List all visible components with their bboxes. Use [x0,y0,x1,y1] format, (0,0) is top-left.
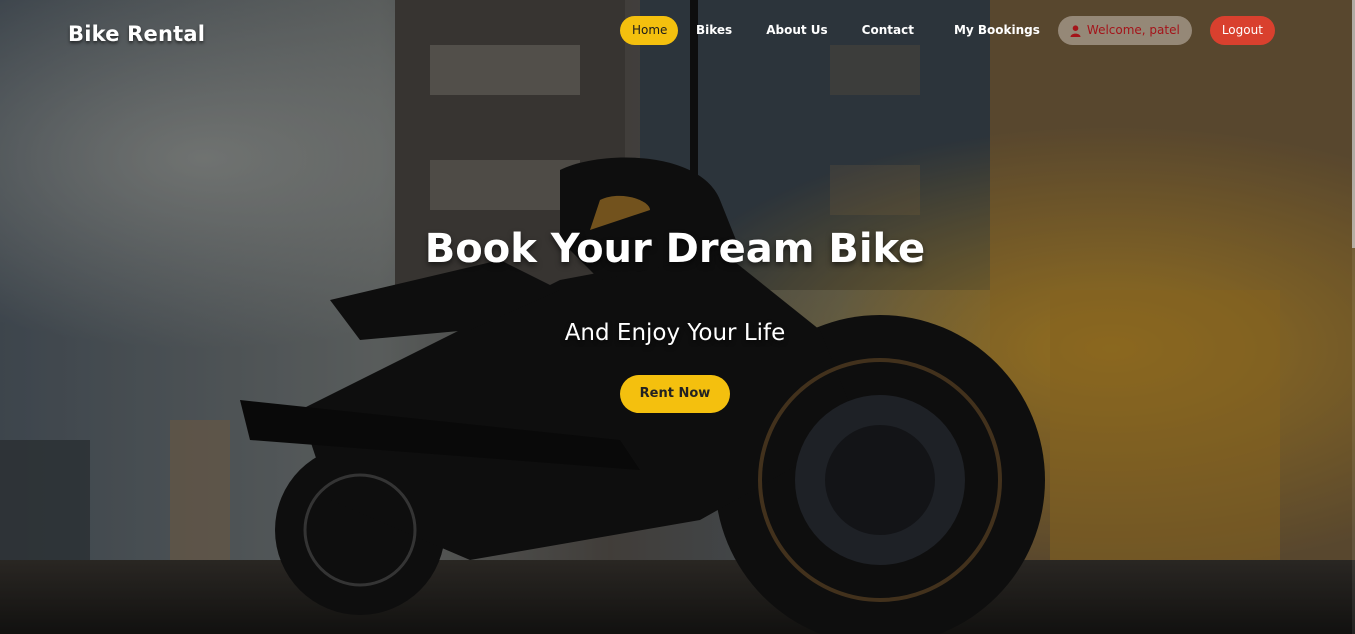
nav-about-us[interactable]: About Us [754,16,839,45]
brand-logo[interactable]: Bike Rental [68,22,205,46]
nav-contact[interactable]: Contact [850,16,926,45]
hero-subtitle: And Enjoy Your Life [564,320,786,346]
hero-section: Bike Rental Home Bikes About Us Contact … [0,0,1355,634]
hero-title: Book Your Dream Bike [424,226,926,272]
logout-button[interactable]: Logout [1209,16,1275,45]
nav-home[interactable]: Home [620,16,678,45]
welcome-user-button[interactable]: Welcome, patel [1057,16,1192,45]
rent-now-button[interactable]: Rent Now [620,375,730,413]
nav-bikes[interactable]: Bikes [684,16,744,45]
hero-overlay [0,0,1355,634]
main-nav: Home Bikes About Us Contact My Bookings … [620,16,1275,45]
welcome-label: Welcome, patel [1086,23,1180,37]
user-icon [1070,24,1081,37]
nav-my-bookings[interactable]: My Bookings [942,16,1052,45]
